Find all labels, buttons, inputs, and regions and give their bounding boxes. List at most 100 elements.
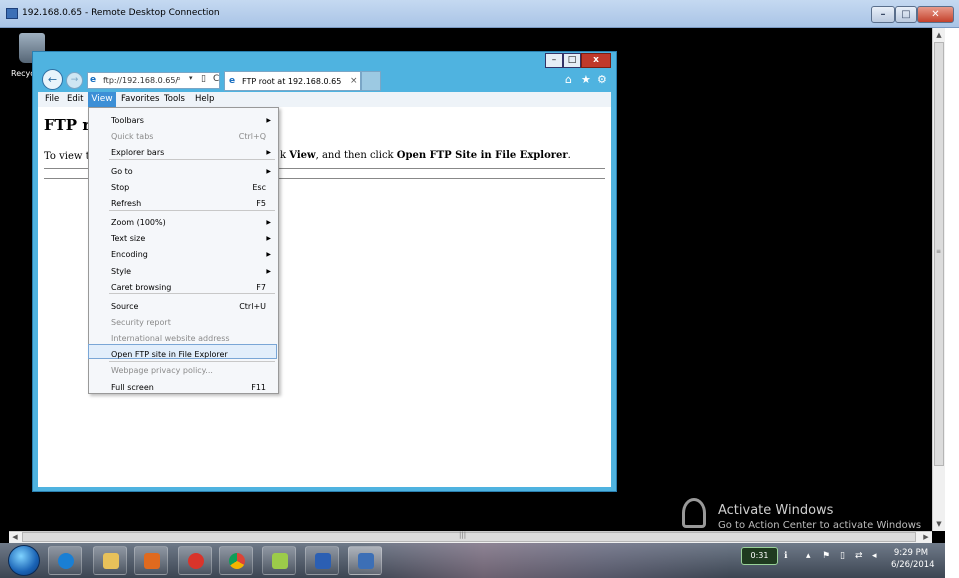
search-icon[interactable]: ⌕ [176, 74, 181, 84]
instruction-mid: , and then click [315, 150, 397, 161]
taskbar-chrome-button[interactable] [219, 546, 253, 575]
ie-maximize-button[interactable]: □ [563, 53, 581, 68]
menu-item-label: Zoom (100%) [111, 218, 166, 227]
menu-view[interactable]: View [88, 92, 116, 107]
menu-item-label: Quick tabs [111, 132, 154, 141]
home-icon[interactable]: ⌂ [565, 73, 572, 86]
menu-help[interactable]: Help [195, 94, 214, 104]
view-menu-items: Toolbars ▶ Quick tabs Ctrl+Q Explorer bars ▶ G… [88, 107, 279, 394]
instruction-open-ftp: Open FTP Site in File Explorer [396, 150, 568, 161]
rdp-window-title: 192.168.0.65 - Remote Desktop Connection [22, 8, 220, 18]
menu-item-label: Stop [111, 183, 130, 192]
menu-item-label: Explorer bars [111, 148, 165, 157]
submenu-arrow-icon: ▶ [266, 149, 271, 156]
view-menu-item[interactable]: Full screen F11 [88, 379, 279, 394]
tray-info-icon[interactable]: ℹ [784, 551, 787, 561]
menu-item-shortcut: Ctrl+Q [238, 132, 266, 141]
network-icon[interactable]: ⇄ [855, 551, 863, 561]
taskbar-ie-button[interactable] [48, 546, 82, 575]
taskbar-notepad-button[interactable] [262, 546, 296, 575]
horizontal-scroll-thumb[interactable] [22, 532, 916, 542]
ie-minimize-button[interactable]: – [545, 53, 563, 68]
view-menu-item[interactable]: Refresh F5 [88, 195, 279, 210]
remote-desktop-app-icon [6, 8, 18, 19]
menu-item-label: Full screen [111, 383, 154, 392]
menu-item-shortcut: F11 [251, 383, 266, 392]
submenu-arrow-icon: ▶ [266, 251, 271, 258]
view-menu-item: Webpage privacy policy... [88, 362, 279, 377]
rdp-title-bar: 192.168.0.65 - Remote Desktop Connection [0, 0, 959, 28]
address-dropdown-icon[interactable]: ▾ [189, 74, 193, 82]
taskbar-rdp-button[interactable] [348, 546, 382, 575]
menu-separator [109, 210, 275, 211]
tray-timer-badge[interactable]: 0:31 [741, 547, 778, 565]
address-text[interactable]: ftp://192.168.0.65/ [103, 76, 178, 85]
menu-item-label: Open FTP site in File Explorer [111, 350, 228, 359]
tab-title: FTP root at 192.168.0.65 [242, 77, 342, 86]
tab-close-icon[interactable]: × [350, 76, 358, 86]
window-edge [945, 28, 959, 578]
rdp-close-button[interactable]: ✕ [917, 6, 954, 23]
view-menu-item[interactable]: Go to ▶ [88, 163, 279, 178]
view-menu-item[interactable]: Toolbars ▶ [88, 112, 279, 127]
view-menu-item: Quick tabs Ctrl+Q [88, 128, 279, 143]
menu-edit[interactable]: Edit [67, 94, 83, 104]
scroll-right-button[interactable]: ▶ [920, 531, 932, 543]
word-icon [315, 553, 331, 569]
file-explorer-icon [103, 553, 119, 569]
action-center-flag-icon[interactable]: ⚑ [822, 551, 830, 561]
volume-icon[interactable]: ◂ [872, 551, 877, 561]
taskbar-recorder-button[interactable] [178, 546, 212, 575]
rdp-maximize-button[interactable]: □ [895, 6, 917, 23]
tray-clock[interactable]: 9:29 PM 6/26/2014 [891, 547, 935, 571]
compatibility-view-icon[interactable]: ▯ [201, 74, 206, 84]
rdp-minimize-button[interactable]: – [871, 6, 895, 23]
instruction-view: View [289, 150, 316, 161]
view-menu-item[interactable]: Source Ctrl+U [88, 298, 279, 313]
view-menu-item[interactable]: Zoom (100%) ▶ [88, 214, 279, 229]
battery-icon[interactable]: ▯ [840, 551, 845, 561]
taskbar-media-button[interactable] [134, 546, 168, 575]
forward-button[interactable]: → [66, 72, 83, 89]
view-menu-item[interactable]: Text size ▶ [88, 230, 279, 245]
back-button[interactable]: ← [42, 69, 63, 90]
activation-key-icon [682, 498, 706, 528]
instruction-k: k [280, 150, 290, 161]
tab-ie-icon: e [229, 76, 236, 86]
view-menu-item[interactable]: Style ▶ [88, 263, 279, 278]
remote-desktop-icon [358, 553, 374, 569]
view-menu-item[interactable]: Open FTP site in File Explorer [88, 346, 279, 361]
internet-explorer-icon [58, 553, 74, 569]
menu-tools[interactable]: Tools [164, 94, 185, 104]
submenu-arrow-icon: ▶ [266, 219, 271, 226]
view-menu-item: Security report [88, 314, 279, 329]
submenu-arrow-icon: ▶ [266, 117, 271, 124]
activate-windows-subtitle: Go to Action Center to activate Windows [718, 520, 922, 531]
scroll-up-button[interactable]: ▲ [933, 28, 945, 42]
taskbar-background-art [360, 543, 730, 578]
refresh-icon[interactable]: C [213, 74, 219, 84]
settings-gear-icon[interactable]: ⚙ [597, 73, 607, 86]
scroll-left-button[interactable]: ◀ [9, 531, 21, 543]
recorder-icon [188, 553, 204, 569]
new-tab-button[interactable] [361, 71, 381, 91]
taskbar-explorer-button[interactable] [93, 546, 127, 575]
clock-date: 6/26/2014 [891, 560, 935, 570]
submenu-arrow-icon: ▶ [266, 168, 271, 175]
menu-item-shortcut: Esc [252, 183, 266, 192]
menu-item-label: Webpage privacy policy... [111, 366, 213, 375]
menu-file[interactable]: File [45, 94, 59, 104]
menu-item-shortcut: F7 [256, 283, 266, 292]
view-menu-item[interactable]: Caret browsing F7 [88, 279, 279, 294]
taskbar-word-button[interactable] [305, 546, 339, 575]
view-menu-item[interactable]: Stop Esc [88, 179, 279, 194]
tray-show-hidden-icon[interactable]: ▴ [806, 551, 811, 561]
menu-item-label: Go to [111, 167, 133, 176]
scroll-down-button[interactable]: ▼ [933, 517, 945, 531]
view-menu-item[interactable]: Explorer bars ▶ [88, 144, 279, 159]
start-button[interactable] [8, 545, 40, 576]
view-menu-item[interactable]: Encoding ▶ [88, 246, 279, 261]
menu-favorites[interactable]: Favorites [121, 94, 159, 104]
ie-close-button[interactable]: x [581, 53, 611, 68]
favorites-star-icon[interactable]: ★ [581, 73, 591, 86]
